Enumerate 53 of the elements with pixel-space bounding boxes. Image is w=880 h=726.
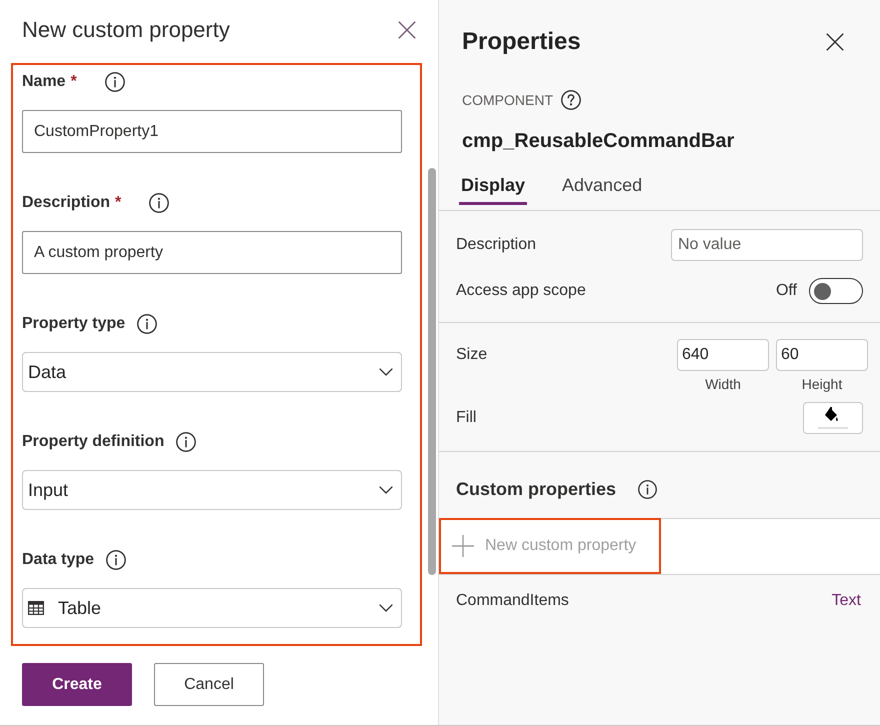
- field-caption: Height: [800, 376, 844, 392]
- tab[interactable]: Advanced: [560, 167, 644, 205]
- table-icon: [28, 601, 44, 615]
- info-icon[interactable]: [104, 72, 125, 92]
- panel-title: Properties: [462, 27, 581, 57]
- close-icon: [398, 21, 416, 39]
- property-name[interactable]: CommandItems: [456, 589, 569, 613]
- property-type: Text: [832, 591, 861, 611]
- dropdown[interactable]: Input: [22, 470, 402, 510]
- component-name: cmp_ReusableCommandBar: [462, 129, 734, 154]
- toggle-state-text: Off: [776, 282, 797, 300]
- section-label: COMPONENT: [462, 92, 553, 108]
- scrollbar-thumb[interactable]: [428, 168, 436, 575]
- close-icon: [826, 33, 844, 51]
- info-icon[interactable]: [176, 432, 196, 452]
- field-label: Size: [456, 346, 488, 364]
- dialog-title: New custom property: [22, 16, 230, 44]
- field-label: Description: [456, 236, 536, 254]
- fill-button[interactable]: [803, 402, 863, 434]
- cancel-button[interactable]: Cancel: [154, 663, 264, 706]
- chevron-down-icon: [379, 368, 393, 376]
- field-label: Property type: [22, 314, 126, 334]
- required-mark: *: [115, 193, 122, 213]
- close-button[interactable]: [826, 33, 844, 51]
- field-label: Description: [22, 193, 110, 213]
- help-icon[interactable]: [561, 90, 581, 110]
- section-title: Custom properties: [456, 478, 616, 501]
- height-input[interactable]: 60: [776, 339, 868, 371]
- field-caption: Width: [704, 376, 742, 392]
- text-input[interactable]: CustomProperty1: [22, 110, 402, 153]
- info-icon[interactable]: [638, 480, 658, 498]
- create-button[interactable]: Create: [22, 663, 132, 706]
- dropdown[interactable]: Data: [22, 352, 402, 392]
- field-label: Data type: [22, 550, 94, 570]
- info-icon[interactable]: [137, 314, 158, 334]
- plus-icon: [452, 535, 474, 557]
- chevron-down-icon: [379, 486, 393, 494]
- tab[interactable]: Display: [459, 167, 528, 205]
- chevron-down-icon: [379, 604, 393, 612]
- close-button[interactable]: [398, 21, 416, 39]
- field-label: Fill: [456, 409, 476, 427]
- field-label: Access app scope: [456, 282, 586, 300]
- field-label: Name: [22, 72, 66, 92]
- info-icon[interactable]: [106, 550, 126, 570]
- toggle-switch[interactable]: [809, 278, 863, 304]
- dropdown[interactable]: Table: [22, 588, 402, 628]
- required-mark: *: [70, 72, 77, 92]
- width-input[interactable]: 640: [677, 339, 769, 371]
- field-label: Property definition: [22, 432, 164, 452]
- info-icon[interactable]: [149, 193, 170, 213]
- text-input[interactable]: A custom property: [22, 231, 402, 274]
- paint-bucket-icon: [818, 406, 848, 430]
- description-input[interactable]: No value: [671, 229, 863, 261]
